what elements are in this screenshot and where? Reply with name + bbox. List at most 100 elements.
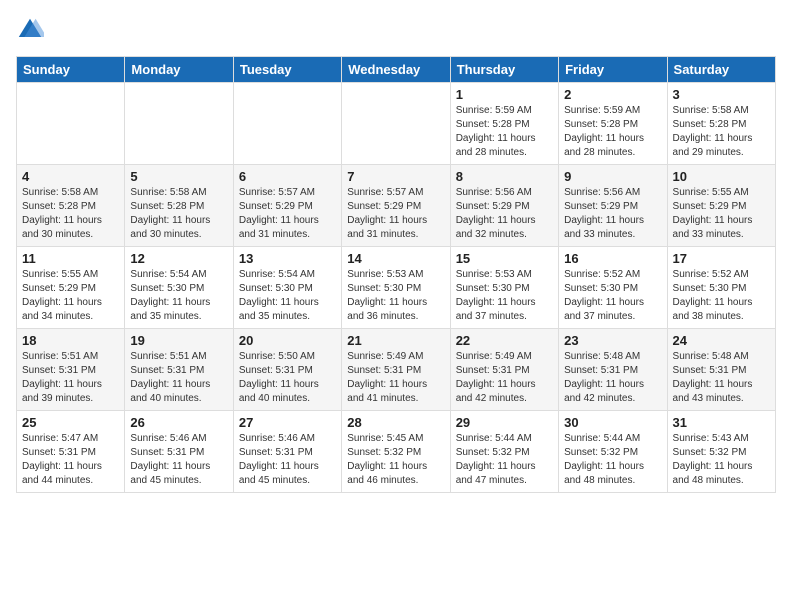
calendar-cell: 22Sunrise: 5:49 AM Sunset: 5:31 PM Dayli… [450, 329, 558, 411]
day-detail: Sunrise: 5:53 AM Sunset: 5:30 PM Dayligh… [456, 268, 553, 324]
calendar-cell: 12 Sunrise: 5:54 AM Sunset: 5:30 PM Dayli… [125, 247, 233, 329]
calendar-week-4: 18 Sunrise: 5:51 AM Sunset: 5:31 PM Dayli… [17, 329, 776, 411]
day-detail: Sunrise: 5:56 AM Sunset: 5:29 PM Dayligh… [564, 186, 661, 242]
weekday-header-row: SundayMondayTuesdayWednesdayThursdayFrid… [17, 57, 776, 83]
day-number: 5 [130, 169, 227, 184]
calendar-cell: 16 Sunrise: 5:52 AM Sunset: 5:30 PM Dayli… [559, 247, 667, 329]
day-detail: Sunrise: 5:43 AM Sunset: 5:32 PM Dayligh… [673, 432, 770, 488]
weekday-thursday: Thursday [450, 57, 558, 83]
day-number: 25 [22, 415, 119, 430]
day-detail: Sunrise: 5:58 AM Sunset: 5:28 PM Dayligh… [130, 186, 227, 242]
calendar-body: 1 Sunrise: 5:59 AM Sunset: 5:28 PM Daylig… [17, 83, 776, 493]
day-number: 1 [456, 87, 553, 102]
day-detail: Sunrise: 5:48 AM Sunset: 5:31 PM Dayligh… [564, 350, 661, 406]
day-number: 24 [673, 333, 770, 348]
day-number: 2 [564, 87, 661, 102]
day-number: 7 [347, 169, 444, 184]
calendar-cell: 18 Sunrise: 5:51 AM Sunset: 5:31 PM Dayli… [17, 329, 125, 411]
day-detail: Sunrise: 5:47 AM Sunset: 5:31 PM Dayligh… [22, 432, 119, 488]
day-detail: Sunrise: 5:48 AM Sunset: 5:31 PM Dayligh… [673, 350, 770, 406]
calendar-cell: 19 Sunrise: 5:51 AM Sunset: 5:31 PM Dayli… [125, 329, 233, 411]
calendar-cell: 6Sunrise: 5:57 AM Sunset: 5:29 PM Daylig… [233, 165, 341, 247]
day-number: 18 [22, 333, 119, 348]
calendar-cell: 20 Sunrise: 5:50 AM Sunset: 5:31 PM Dayli… [233, 329, 341, 411]
day-number: 19 [130, 333, 227, 348]
day-number: 29 [456, 415, 553, 430]
calendar-cell: 7 Sunrise: 5:57 AM Sunset: 5:29 PM Daylig… [342, 165, 450, 247]
day-detail: Sunrise: 5:51 AM Sunset: 5:31 PM Dayligh… [130, 350, 227, 406]
day-detail: Sunrise: 5:45 AM Sunset: 5:32 PM Dayligh… [347, 432, 444, 488]
day-detail: Sunrise: 5:44 AM Sunset: 5:32 PM Dayligh… [564, 432, 661, 488]
calendar-week-1: 1 Sunrise: 5:59 AM Sunset: 5:28 PM Daylig… [17, 83, 776, 165]
calendar-week-3: 11Sunrise: 5:55 AM Sunset: 5:29 PM Dayli… [17, 247, 776, 329]
calendar-cell: 25 Sunrise: 5:47 AM Sunset: 5:31 PM Dayli… [17, 411, 125, 493]
day-number: 10 [673, 169, 770, 184]
calendar-cell: 21 Sunrise: 5:49 AM Sunset: 5:31 PM Dayli… [342, 329, 450, 411]
day-detail: Sunrise: 5:49 AM Sunset: 5:31 PM Dayligh… [347, 350, 444, 406]
calendar-cell [342, 83, 450, 165]
day-detail: Sunrise: 5:58 AM Sunset: 5:28 PM Dayligh… [673, 104, 770, 160]
day-number: 28 [347, 415, 444, 430]
day-detail: Sunrise: 5:56 AM Sunset: 5:29 PM Dayligh… [456, 186, 553, 242]
day-detail: Sunrise: 5:59 AM Sunset: 5:28 PM Dayligh… [564, 104, 661, 160]
day-detail: Sunrise: 5:55 AM Sunset: 5:29 PM Dayligh… [673, 186, 770, 242]
day-detail: Sunrise: 5:59 AM Sunset: 5:28 PM Dayligh… [456, 104, 553, 160]
day-number: 17 [673, 251, 770, 266]
day-number: 20 [239, 333, 336, 348]
calendar-cell: 3 Sunrise: 5:58 AM Sunset: 5:28 PM Daylig… [667, 83, 775, 165]
day-number: 11 [22, 251, 119, 266]
day-number: 15 [456, 251, 553, 266]
calendar-cell: 17 Sunrise: 5:52 AM Sunset: 5:30 PM Dayli… [667, 247, 775, 329]
calendar-cell: 27 Sunrise: 5:46 AM Sunset: 5:31 PM Dayli… [233, 411, 341, 493]
calendar-table: SundayMondayTuesdayWednesdayThursdayFrid… [16, 56, 776, 493]
weekday-saturday: Saturday [667, 57, 775, 83]
logo [16, 16, 48, 44]
day-detail: Sunrise: 5:54 AM Sunset: 5:30 PM Dayligh… [130, 268, 227, 324]
calendar-cell [233, 83, 341, 165]
day-number: 13 [239, 251, 336, 266]
day-number: 9 [564, 169, 661, 184]
weekday-sunday: Sunday [17, 57, 125, 83]
calendar-week-5: 25 Sunrise: 5:47 AM Sunset: 5:31 PM Dayli… [17, 411, 776, 493]
weekday-friday: Friday [559, 57, 667, 83]
calendar-cell: 14 Sunrise: 5:53 AM Sunset: 5:30 PM Dayli… [342, 247, 450, 329]
day-detail: Sunrise: 5:58 AM Sunset: 5:28 PM Dayligh… [22, 186, 119, 242]
calendar-cell: 5 Sunrise: 5:58 AM Sunset: 5:28 PM Daylig… [125, 165, 233, 247]
day-detail: Sunrise: 5:46 AM Sunset: 5:31 PM Dayligh… [239, 432, 336, 488]
day-detail: Sunrise: 5:57 AM Sunset: 5:29 PM Dayligh… [239, 186, 336, 242]
calendar-cell: 31 Sunrise: 5:43 AM Sunset: 5:32 PM Dayli… [667, 411, 775, 493]
day-detail: Sunrise: 5:50 AM Sunset: 5:31 PM Dayligh… [239, 350, 336, 406]
page-header [16, 16, 776, 44]
day-detail: Sunrise: 5:51 AM Sunset: 5:31 PM Dayligh… [22, 350, 119, 406]
calendar-cell: 11Sunrise: 5:55 AM Sunset: 5:29 PM Dayli… [17, 247, 125, 329]
calendar-cell: 10 Sunrise: 5:55 AM Sunset: 5:29 PM Dayli… [667, 165, 775, 247]
weekday-tuesday: Tuesday [233, 57, 341, 83]
day-detail: Sunrise: 5:52 AM Sunset: 5:30 PM Dayligh… [673, 268, 770, 324]
day-detail: Sunrise: 5:52 AM Sunset: 5:30 PM Dayligh… [564, 268, 661, 324]
day-number: 27 [239, 415, 336, 430]
calendar-cell: 8 Sunrise: 5:56 AM Sunset: 5:29 PM Daylig… [450, 165, 558, 247]
day-detail: Sunrise: 5:53 AM Sunset: 5:30 PM Dayligh… [347, 268, 444, 324]
day-detail: Sunrise: 5:57 AM Sunset: 5:29 PM Dayligh… [347, 186, 444, 242]
calendar-cell: 28 Sunrise: 5:45 AM Sunset: 5:32 PM Dayli… [342, 411, 450, 493]
day-detail: Sunrise: 5:49 AM Sunset: 5:31 PM Dayligh… [456, 350, 553, 406]
day-number: 3 [673, 87, 770, 102]
day-number: 16 [564, 251, 661, 266]
calendar-cell: 9 Sunrise: 5:56 AM Sunset: 5:29 PM Daylig… [559, 165, 667, 247]
weekday-wednesday: Wednesday [342, 57, 450, 83]
calendar-cell: 29Sunrise: 5:44 AM Sunset: 5:32 PM Dayli… [450, 411, 558, 493]
day-number: 4 [22, 169, 119, 184]
day-number: 21 [347, 333, 444, 348]
day-detail: Sunrise: 5:46 AM Sunset: 5:31 PM Dayligh… [130, 432, 227, 488]
day-detail: Sunrise: 5:54 AM Sunset: 5:30 PM Dayligh… [239, 268, 336, 324]
day-number: 12 [130, 251, 227, 266]
calendar-cell: 30 Sunrise: 5:44 AM Sunset: 5:32 PM Dayli… [559, 411, 667, 493]
day-number: 14 [347, 251, 444, 266]
day-number: 30 [564, 415, 661, 430]
calendar-cell: 2 Sunrise: 5:59 AM Sunset: 5:28 PM Daylig… [559, 83, 667, 165]
calendar-cell [17, 83, 125, 165]
day-number: 31 [673, 415, 770, 430]
calendar-cell: 4 Sunrise: 5:58 AM Sunset: 5:28 PM Daylig… [17, 165, 125, 247]
day-number: 8 [456, 169, 553, 184]
calendar-cell: 23Sunrise: 5:48 AM Sunset: 5:31 PM Dayli… [559, 329, 667, 411]
